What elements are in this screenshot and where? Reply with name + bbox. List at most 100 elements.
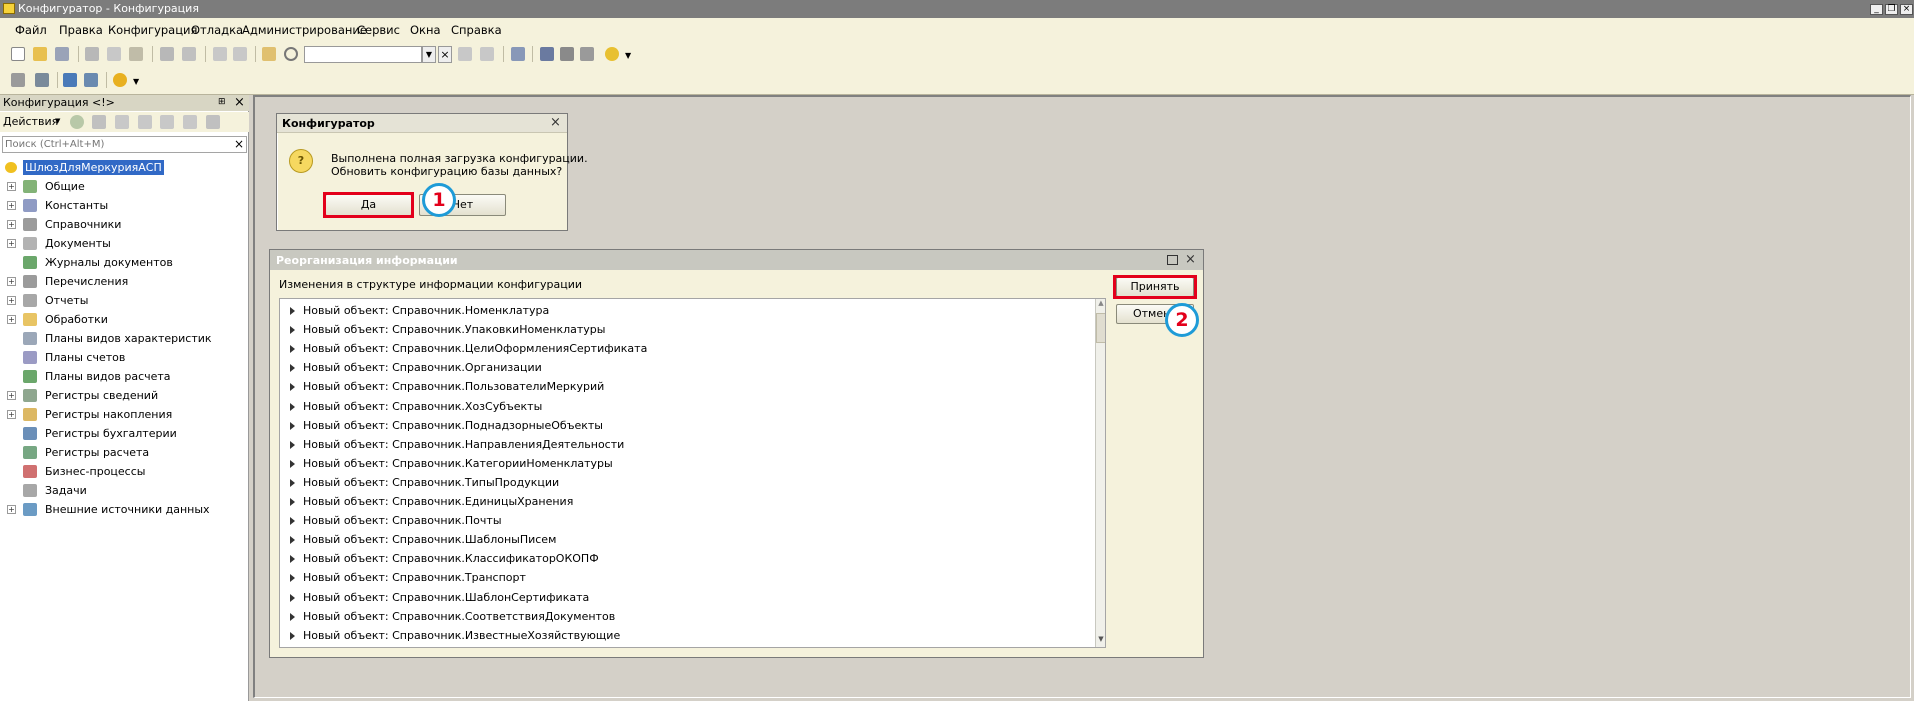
expand-arrow-icon[interactable]: [290, 574, 295, 583]
change-row[interactable]: Новый объект: Справочник.ЕдиницыХранения: [280, 492, 1080, 511]
expand-arrow-icon[interactable]: [290, 421, 295, 430]
search-prev-icon[interactable]: [480, 47, 494, 61]
sort-icon[interactable]: [206, 115, 220, 129]
tree-item[interactable]: Бизнес-процессы: [0, 462, 249, 481]
expand-arrow-icon[interactable]: [290, 364, 295, 373]
tree-item[interactable]: Регистры расчета: [0, 443, 249, 462]
change-row[interactable]: Новый объект: Справочник.КатегорииНоменк…: [280, 454, 1080, 473]
tree-item[interactable]: + Отчеты: [0, 291, 249, 310]
menu-edit[interactable]: Правка: [59, 23, 103, 37]
menu-file[interactable]: Файл: [15, 23, 47, 37]
change-row[interactable]: Новый объект: Справочник.ШаблоныПисем: [280, 530, 1080, 549]
menu-administration[interactable]: Администрирование: [242, 23, 367, 37]
redo-icon[interactable]: [233, 47, 247, 61]
change-row[interactable]: Новый объект: Справочник.ПользователиМер…: [280, 377, 1080, 396]
expand-arrow-icon[interactable]: [290, 612, 295, 621]
expand-icon[interactable]: +: [7, 277, 16, 286]
dropdown-arrow-icon[interactable]: ▼: [625, 51, 631, 60]
expand-arrow-icon[interactable]: [290, 440, 295, 449]
search-clear-icon[interactable]: ×: [234, 137, 244, 151]
find-icon[interactable]: [262, 47, 276, 61]
tree-item[interactable]: + Документы: [0, 234, 249, 253]
expand-icon[interactable]: +: [7, 201, 16, 210]
expand-arrow-icon[interactable]: [290, 478, 295, 487]
expand-arrow-icon[interactable]: [290, 593, 295, 602]
expand-arrow-icon[interactable]: [290, 402, 295, 411]
table-icon[interactable]: [84, 73, 98, 87]
expand-arrow-icon[interactable]: [290, 555, 295, 564]
database-icon[interactable]: [63, 73, 77, 87]
expand-icon[interactable]: +: [7, 296, 16, 305]
change-row[interactable]: Новый объект: Справочник.НаправленияДеят…: [280, 435, 1080, 454]
tree-item[interactable]: + Константы: [0, 196, 249, 215]
actions-menu-button[interactable]: Действия: [3, 115, 58, 128]
expand-arrow-icon[interactable]: [290, 459, 295, 468]
change-row[interactable]: Новый объект: Справочник.ТипыПродукции: [280, 473, 1080, 492]
tree-item[interactable]: Планы видов расчета: [0, 367, 249, 386]
tree-search-input[interactable]: [2, 136, 247, 153]
tree-item[interactable]: + Общие: [0, 177, 249, 196]
run-dropdown-icon[interactable]: ▼: [133, 77, 139, 86]
tree-item[interactable]: + Перечисления: [0, 272, 249, 291]
open-folder-icon[interactable]: [33, 47, 47, 61]
expand-arrow-icon[interactable]: [290, 498, 295, 506]
undo-icon[interactable]: [213, 47, 227, 61]
confirm-close-icon[interactable]: ×: [550, 115, 561, 130]
expand-arrow-icon[interactable]: [290, 345, 295, 354]
clear-search-icon[interactable]: ×: [438, 46, 452, 63]
delete-icon[interactable]: [138, 115, 152, 129]
change-row[interactable]: Новый объект: Справочник.ХозСубъекты: [280, 397, 1080, 416]
panel-close-icon[interactable]: ×: [234, 95, 245, 110]
change-row[interactable]: Новый объект: Справочник.Транспорт: [280, 568, 1080, 587]
tree-item[interactable]: Регистры бухгалтерии: [0, 424, 249, 443]
search-combo-input[interactable]: [304, 46, 422, 63]
info-icon[interactable]: [605, 47, 619, 61]
scroll-down-icon[interactable]: ▼: [1096, 635, 1105, 647]
expand-arrow-icon[interactable]: [290, 536, 295, 545]
scroll-thumb[interactable]: [1096, 313, 1105, 343]
search-next-icon[interactable]: [458, 47, 472, 61]
minimize-icon[interactable]: _: [1870, 4, 1883, 15]
change-row[interactable]: Новый объект: Справочник.Почты: [280, 511, 1080, 530]
print-icon[interactable]: [160, 47, 174, 61]
scroll-up-icon[interactable]: ▲: [1096, 299, 1105, 311]
expand-icon[interactable]: +: [7, 391, 16, 400]
change-row[interactable]: Новый объект: Справочник.Номенклатура: [280, 301, 1080, 320]
change-row[interactable]: Новый объект: Справочник.ИзвестныеХозяйс…: [280, 626, 1080, 645]
new-file-icon[interactable]: [11, 47, 25, 61]
changes-scrollbar[interactable]: ▲ ▼: [1095, 299, 1105, 647]
add-icon[interactable]: [70, 115, 84, 129]
change-row[interactable]: Новый объект: Справочник.КлассификаторОК…: [280, 549, 1080, 568]
tree-item[interactable]: + Внешние источники данных: [0, 500, 249, 519]
maximize-icon[interactable]: [1167, 255, 1178, 265]
tree-item[interactable]: Журналы документов: [0, 253, 249, 272]
wizard-icon[interactable]: [540, 47, 554, 61]
expand-arrow-icon[interactable]: [290, 383, 295, 392]
actions-dropdown-icon[interactable]: ▼: [55, 117, 60, 125]
expand-arrow-icon[interactable]: [290, 326, 295, 335]
menu-windows[interactable]: Окна: [410, 23, 441, 37]
syntax-helper-icon[interactable]: [560, 47, 574, 61]
chevron-down-icon[interactable]: ▼: [422, 46, 436, 63]
zoom-icon[interactable]: [284, 47, 298, 61]
change-row[interactable]: Новый объект: Справочник.УпаковкиНоменкл…: [280, 320, 1080, 339]
tree-item[interactable]: Планы видов характеристик: [0, 329, 249, 348]
copy-item-icon[interactable]: [115, 115, 129, 129]
paste-icon[interactable]: [129, 47, 143, 61]
edit-icon[interactable]: [580, 47, 594, 61]
config-tree-icon[interactable]: [11, 73, 25, 87]
tree-item[interactable]: + Справочники: [0, 215, 249, 234]
expand-icon[interactable]: +: [7, 220, 16, 229]
menu-service[interactable]: Сервис: [357, 23, 400, 37]
tree-item[interactable]: + Регистры накопления: [0, 405, 249, 424]
edit-item-icon[interactable]: [92, 115, 106, 129]
reorg-close-icon[interactable]: ×: [1185, 252, 1196, 267]
tree-root[interactable]: ШлюзДляМеркурияАСП: [0, 158, 249, 177]
close-window-icon[interactable]: ×: [1900, 4, 1913, 15]
save-icon[interactable]: [55, 47, 69, 61]
changes-list[interactable]: Новый объект: Справочник.Номенклатура Нов…: [279, 298, 1106, 648]
change-row[interactable]: Новый объект: Справочник.ЦелиОформленияС…: [280, 339, 1080, 358]
move-up-icon[interactable]: [160, 115, 174, 129]
change-row[interactable]: Новый объект: Справочник.ПоднадзорныеОбъ…: [280, 416, 1080, 435]
tree-item[interactable]: + Регистры сведений: [0, 386, 249, 405]
